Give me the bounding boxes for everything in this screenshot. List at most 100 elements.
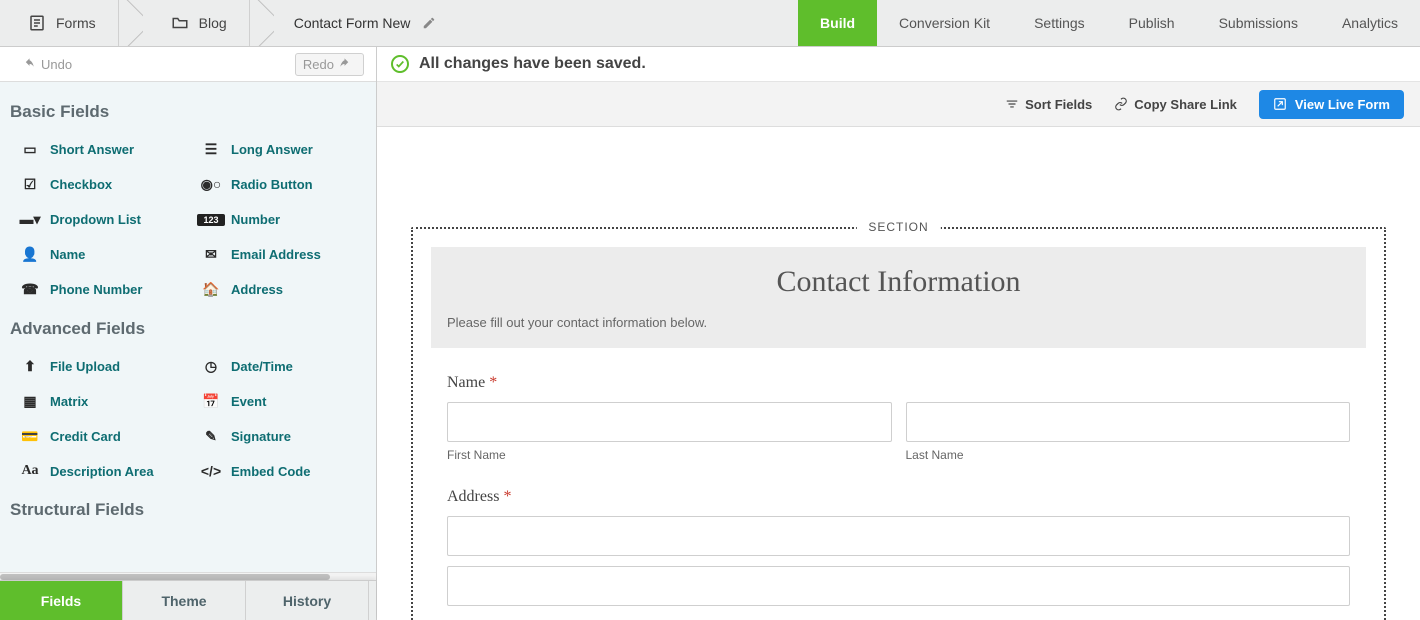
person-icon: 👤	[16, 246, 44, 263]
field-name[interactable]: 👤 Name	[10, 239, 185, 270]
copy-share-link-button[interactable]: Copy Share Link	[1114, 97, 1237, 112]
email-icon: ✉	[197, 246, 225, 263]
calendar-icon: 📅	[197, 393, 225, 410]
redo-button[interactable]: Redo	[295, 53, 364, 76]
address-line1-input[interactable]	[447, 516, 1350, 556]
field-label: Description Area	[50, 464, 154, 479]
breadcrumb-separator	[250, 0, 274, 46]
field-dropdown-list[interactable]: ▬▾Dropdown List	[10, 204, 185, 235]
field-label: Event	[231, 394, 266, 409]
address-line2-input[interactable]	[447, 566, 1350, 606]
sidebar: Undo Redo Basic Fields ▭Short Answer ☰Lo…	[0, 47, 377, 620]
field-event[interactable]: 📅 Event	[191, 386, 366, 417]
field-date-time[interactable]: ◷Date/Time	[191, 351, 366, 382]
tab-submissions[interactable]: Submissions	[1197, 0, 1320, 46]
dropdown-icon: ▬▾	[16, 211, 44, 228]
form-icon	[28, 14, 46, 32]
sort-fields-label: Sort Fields	[1025, 97, 1092, 112]
edit-icon[interactable]	[422, 16, 436, 30]
field-label: Matrix	[50, 394, 88, 409]
field-file-upload[interactable]: ⬆File Upload	[10, 351, 185, 382]
section-tag: SECTION	[856, 220, 940, 234]
field-checkbox[interactable]: ☑Checkbox	[10, 169, 185, 200]
field-label: Radio Button	[231, 177, 313, 192]
undo-icon	[23, 57, 37, 71]
field-embed-code[interactable]: </> Embed Code	[191, 456, 366, 486]
field-label: Address	[231, 282, 283, 297]
field-number[interactable]: 123 Number	[191, 204, 366, 235]
sidebar-tab-fields[interactable]: Fields	[0, 581, 123, 620]
breadcrumb-separator	[119, 0, 143, 46]
text-icon: Aa	[16, 463, 44, 479]
form-title[interactable]: Contact Form New	[274, 15, 457, 31]
code-icon: </>	[197, 463, 225, 479]
name-label: Name*	[447, 374, 1350, 392]
first-name-sublabel: First Name	[447, 448, 892, 462]
breadcrumb-blog[interactable]: Blog	[143, 0, 250, 46]
long-answer-icon: ☰	[197, 141, 225, 158]
checkbox-icon: ☑	[16, 176, 44, 193]
section-container[interactable]: SECTION Contact Information Please fill …	[411, 227, 1386, 620]
section-header[interactable]: Contact Information Please fill out your…	[431, 247, 1366, 348]
basic-fields-grid: ▭Short Answer ☰ Long Answer ☑Checkbox ◉○R…	[10, 134, 366, 305]
tab-analytics[interactable]: Analytics	[1320, 0, 1420, 46]
field-label: Short Answer	[50, 142, 134, 157]
number-icon: 123	[197, 214, 225, 226]
credit-card-icon: 💳	[16, 428, 44, 445]
view-live-form-button[interactable]: View Live Form	[1259, 90, 1404, 119]
address-field-row[interactable]: Address*	[447, 488, 1350, 606]
field-description-area[interactable]: Aa Description Area	[10, 456, 185, 486]
form-title-text: Contact Form New	[294, 15, 411, 31]
fields-panel[interactable]: Basic Fields ▭Short Answer ☰Long Answer …	[0, 82, 376, 572]
field-credit-card[interactable]: 💳 Credit Card	[10, 421, 185, 452]
address-label: Address*	[447, 488, 1350, 506]
field-label: Credit Card	[50, 429, 121, 444]
field-address[interactable]: 🏠Address	[191, 274, 366, 305]
sidebar-bottom-tabs: Fields Theme History	[0, 580, 376, 620]
field-label: File Upload	[50, 359, 120, 374]
field-email-address[interactable]: ✉ Email Address	[191, 239, 366, 270]
last-name-input[interactable]	[906, 402, 1351, 442]
name-field-row[interactable]: Name* First Name Last Name	[447, 374, 1350, 462]
advanced-fields-grid: ⬆File Upload ◷Date/Time ▦ Matrix 📅 Event 💳…	[10, 351, 366, 486]
horizontal-scrollbar[interactable]	[0, 572, 376, 580]
field-long-answer[interactable]: ☰ Long Answer	[191, 134, 366, 165]
section-title: Contact Information	[447, 265, 1350, 299]
field-matrix[interactable]: ▦ Matrix	[10, 386, 185, 417]
section-description: Please fill out your contact information…	[447, 315, 1350, 330]
save-status-text: All changes have been saved.	[419, 55, 646, 73]
external-icon	[1273, 97, 1287, 111]
last-name-sublabel: Last Name	[906, 448, 1351, 462]
field-label: Long Answer	[231, 142, 313, 157]
field-label: Embed Code	[231, 464, 310, 479]
breadcrumb-forms[interactable]: Forms	[0, 0, 119, 46]
field-label: Date/Time	[231, 359, 293, 374]
tab-conversion-kit[interactable]: Conversion Kit	[877, 0, 1012, 46]
first-name-input[interactable]	[447, 402, 892, 442]
field-signature[interactable]: ✎Signature	[191, 421, 366, 452]
breadcrumbs: Forms Blog Contact Form New	[0, 0, 456, 46]
main-area: All changes have been saved. Sort Fields…	[377, 47, 1420, 620]
field-short-answer[interactable]: ▭Short Answer	[10, 134, 185, 165]
sort-fields-button[interactable]: Sort Fields	[1005, 97, 1092, 112]
field-phone-number[interactable]: ☎Phone Number	[10, 274, 185, 305]
redo-label: Redo	[303, 57, 334, 72]
field-radio-button[interactable]: ◉○Radio Button	[191, 169, 366, 200]
form-canvas[interactable]: SECTION Contact Information Please fill …	[377, 127, 1420, 620]
field-label: Name	[50, 247, 85, 262]
copy-share-link-label: Copy Share Link	[1134, 97, 1237, 112]
undo-redo-bar: Undo Redo	[0, 47, 376, 82]
folder-icon	[171, 14, 189, 32]
field-label: Number	[231, 212, 280, 227]
tab-settings[interactable]: Settings	[1012, 0, 1107, 46]
field-label: Email Address	[231, 247, 321, 262]
sidebar-tab-history[interactable]: History	[246, 581, 369, 620]
undo-button[interactable]: Undo	[12, 54, 79, 75]
sidebar-tab-theme[interactable]: Theme	[123, 581, 246, 620]
required-marker: *	[503, 488, 511, 505]
breadcrumb-blog-label: Blog	[199, 15, 227, 31]
save-status-bar: All changes have been saved.	[377, 47, 1420, 82]
tab-publish[interactable]: Publish	[1107, 0, 1197, 46]
tab-build[interactable]: Build	[798, 0, 877, 46]
matrix-icon: ▦	[16, 393, 44, 410]
